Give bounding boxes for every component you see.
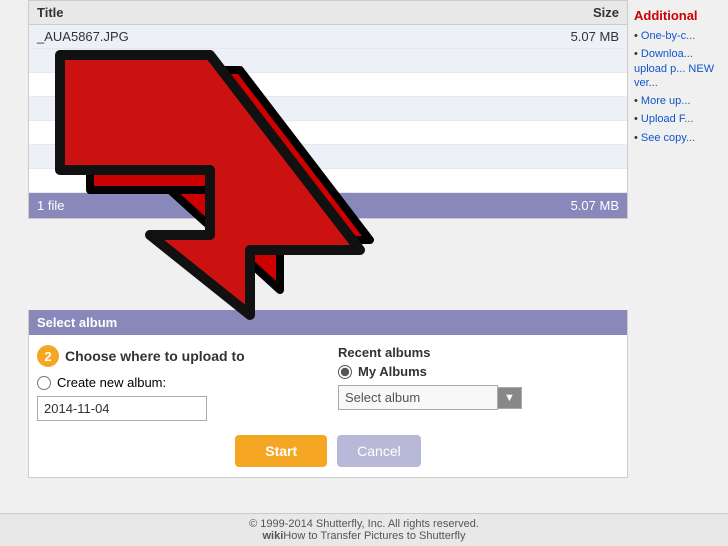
album-select-input[interactable]: Select album [338, 385, 498, 410]
sidebar-item-5: • See copy... [634, 131, 722, 145]
table-row [29, 145, 627, 169]
size-column-header: Size [539, 5, 619, 20]
buttons-row: Start Cancel [29, 431, 627, 477]
step-badge: 2 [37, 345, 59, 367]
table-row [29, 73, 627, 97]
create-album-radio[interactable] [37, 376, 51, 390]
my-albums-row: My Albums [338, 364, 619, 379]
sidebar-item-4: • Upload F... [634, 112, 722, 126]
table-row [29, 49, 627, 73]
choose-left: 2 Choose where to upload to Create new a… [37, 345, 318, 421]
select-dropdown-arrow[interactable]: ▼ [498, 387, 522, 409]
file-count: 1 file [37, 198, 539, 213]
total-size: 5.07 MB [539, 198, 619, 213]
sidebar-item-3: • More up... [634, 94, 722, 108]
choose-title: 2 Choose where to upload to [37, 345, 318, 367]
file-table: Title Size _AUA5867.JPG 5.07 MB 1 file 5… [28, 0, 628, 219]
create-album-row: Create new album: [37, 375, 318, 390]
main-container: Title Size _AUA5867.JPG 5.07 MB 1 file 5… [0, 0, 728, 546]
select-album-bar: Select album [29, 310, 627, 335]
create-album-label: Create new album: [57, 375, 166, 390]
file-size: 5.07 MB [539, 29, 619, 44]
recent-albums-label: Recent albums [338, 345, 619, 360]
table-row [29, 97, 627, 121]
table-row [29, 169, 627, 193]
choose-section: 2 Choose where to upload to Create new a… [29, 335, 627, 431]
copyright-text: © 1999-2014 Shutterfly, Inc. All rights … [249, 518, 479, 530]
wiki-logo: wiki [263, 530, 284, 542]
my-albums-radio[interactable] [338, 365, 352, 379]
copyright-bar: © 1999-2014 Shutterfly, Inc. All rights … [0, 513, 728, 546]
table-header: Title Size [29, 1, 627, 25]
additional-title: Additional [634, 8, 722, 23]
start-button[interactable]: Start [235, 435, 327, 467]
file-title: _AUA5867.JPG [37, 29, 539, 44]
my-albums-label: My Albums [358, 364, 427, 379]
sidebar-item-1: • One-by-c... [634, 29, 722, 43]
sidebar-item-2: • Downloa... upload p... NEW ver... [634, 47, 722, 90]
album-date-input[interactable]: 2014-11-04 [37, 396, 207, 421]
wikihow-text: How to Transfer Pictures to Shutterfly [283, 530, 465, 542]
cancel-button[interactable]: Cancel [337, 435, 421, 467]
bottom-section: Select album 2 Choose where to upload to… [28, 310, 628, 478]
select-album-label: Select album [37, 315, 117, 330]
table-row [29, 121, 627, 145]
table-footer: 1 file 5.07 MB [29, 193, 627, 218]
choose-right: Recent albums My Albums Select album ▼ [338, 345, 619, 421]
right-sidebar: Additional • One-by-c... • Downloa... up… [628, 0, 728, 157]
title-column-header: Title [37, 5, 539, 20]
table-row: _AUA5867.JPG 5.07 MB [29, 25, 627, 49]
choose-title-text: Choose where to upload to [65, 348, 245, 364]
select-dropdown: Select album ▼ [338, 385, 619, 410]
